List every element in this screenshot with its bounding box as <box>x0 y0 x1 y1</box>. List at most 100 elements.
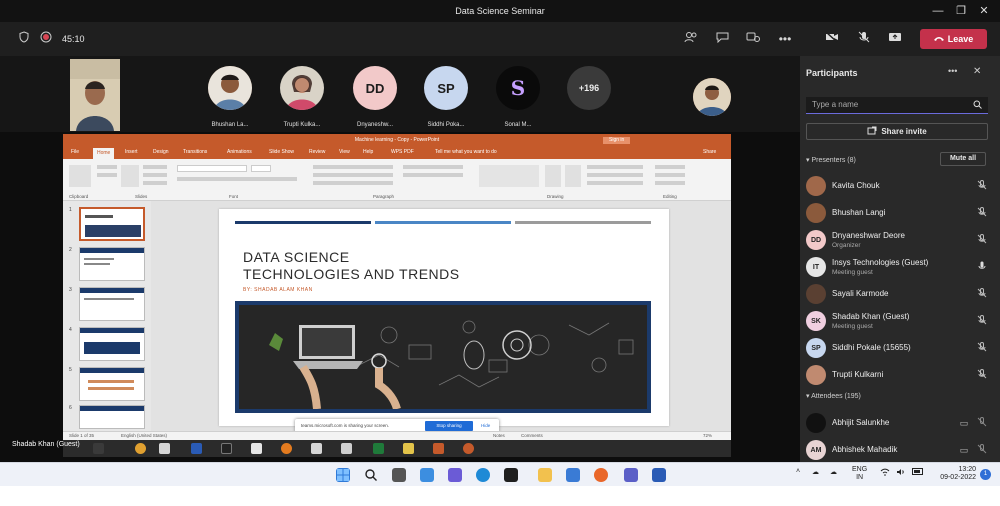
shape-outline-row[interactable] <box>587 173 643 177</box>
select-row[interactable] <box>655 181 685 185</box>
participant-tile[interactable]: Trupti Kulka... <box>277 66 327 128</box>
ribbon-control[interactable] <box>97 173 117 177</box>
slide-thumbnail[interactable] <box>79 247 145 281</box>
arrange-button[interactable] <box>545 165 561 187</box>
folder-icon[interactable] <box>403 443 414 454</box>
ppt-tab-help[interactable]: Help <box>363 149 373 155</box>
participant-tile[interactable]: Bhushan La... <box>205 66 255 128</box>
volume-icon[interactable] <box>896 468 906 478</box>
participant-row[interactable]: Kavita Chouk <box>806 174 991 198</box>
comments-button[interactable]: Comments <box>521 433 543 438</box>
panel-close-icon[interactable]: ✕ <box>973 66 981 77</box>
file-explorer-icon[interactable] <box>538 468 552 482</box>
participant-row[interactable]: Trupti Kulkarni <box>806 363 991 387</box>
ribbon-control[interactable] <box>143 181 167 185</box>
firefox-icon[interactable] <box>281 443 292 454</box>
more-options-icon[interactable]: ••• <box>777 31 793 47</box>
participant-row[interactable]: IT Insys Technologies (Guest) Meeting gues… <box>806 255 991 279</box>
quick-styles-button[interactable] <box>565 165 581 187</box>
terminal-icon[interactable] <box>221 443 232 454</box>
onedrive-icon[interactable]: ☁ <box>830 468 837 476</box>
paragraph-row[interactable] <box>313 165 393 169</box>
powerpoint-icon[interactable] <box>433 443 444 454</box>
new-slide-button[interactable] <box>121 165 139 187</box>
participant-tile[interactable]: DD Dnyaneshw... <box>350 66 400 128</box>
ppt-tab-animations[interactable]: Animations <box>227 149 252 155</box>
replace-row[interactable] <box>655 173 685 177</box>
participant-row[interactable]: Bhushan Langi <box>806 201 991 225</box>
participant-tile[interactable]: S Sonal M... <box>493 66 543 128</box>
word-icon[interactable] <box>191 443 202 454</box>
ribbon-control[interactable] <box>143 173 167 177</box>
font-name-box[interactable] <box>177 165 247 172</box>
excel-icon[interactable] <box>373 443 384 454</box>
shape-effects-row[interactable] <box>587 181 643 185</box>
app-icon[interactable] <box>341 443 352 454</box>
current-slide[interactable]: DATA SCIENCE TECHNOLOGIES AND TRENDS BY:… <box>219 209 669 426</box>
battery-icon[interactable] <box>912 468 924 477</box>
participant-tile[interactable]: SP Siddhi Poka... <box>421 66 471 128</box>
ppt-tab-view[interactable]: View <box>339 149 350 155</box>
ribbon-control[interactable] <box>143 165 167 169</box>
font-size-box[interactable] <box>251 165 271 172</box>
shapes-gallery[interactable] <box>479 165 539 187</box>
ppt-tab-design[interactable]: Design <box>153 149 169 155</box>
chat-icon[interactable] <box>714 31 730 47</box>
pinned-video[interactable] <box>693 78 731 116</box>
app-icon[interactable] <box>463 443 474 454</box>
cloud-icon[interactable]: ☁ <box>812 468 819 476</box>
ppt-tab-slideshow[interactable]: Slide Show <box>269 149 294 155</box>
overflow-participants[interactable]: +196 <box>564 66 614 110</box>
teams-icon[interactable] <box>624 468 638 482</box>
ribbon-control[interactable] <box>97 165 117 169</box>
ppt-share-button[interactable]: Share <box>703 149 716 155</box>
language-status[interactable]: English (United States) <box>121 433 167 438</box>
leave-button[interactable]: Leave <box>920 29 987 49</box>
app-icon[interactable] <box>311 443 322 454</box>
presenters-section-header[interactable]: ▾ Presenters (8) <box>806 156 856 164</box>
minimize-icon[interactable]: — <box>930 3 946 19</box>
slide-thumbnail[interactable] <box>79 287 145 321</box>
notification-badge[interactable]: 1 <box>980 469 991 480</box>
paste-button[interactable] <box>69 165 91 187</box>
ppt-tab-insert[interactable]: Insert <box>125 149 138 155</box>
slide-thumbnail[interactable] <box>79 367 145 401</box>
local-video[interactable] <box>70 59 120 131</box>
chat-icon[interactable] <box>448 468 462 482</box>
participant-row[interactable]: DD Dnyaneshwar Deore Organizer <box>806 228 991 252</box>
restore-icon[interactable]: ❐ <box>953 3 969 19</box>
share-invite-button[interactable]: Share invite <box>806 123 988 140</box>
ppt-tab-file[interactable]: File <box>71 149 79 155</box>
participant-row[interactable]: SP Siddhi Pokale (15655) <box>806 336 991 360</box>
ppt-tab-transitions[interactable]: Transitions <box>183 149 207 155</box>
hide-button[interactable]: Hide <box>481 423 490 428</box>
panel-more-icon[interactable]: ••• <box>948 66 957 76</box>
stop-sharing-button[interactable]: Stop sharing <box>425 421 473 431</box>
ppt-tab-wpspdf[interactable]: WPS PDF <box>391 149 414 155</box>
attendee-row[interactable]: Abhijit Salunkhe ▭ <box>806 411 991 435</box>
participant-row[interactable]: SK Shadab Khan (Guest) Meeting guest <box>806 309 991 333</box>
slide-thumbnail[interactable] <box>79 327 145 361</box>
shape-fill-row[interactable] <box>587 165 643 169</box>
text-direction-row[interactable] <box>403 165 463 169</box>
paragraph-row[interactable] <box>313 181 393 185</box>
camera-off-icon[interactable] <box>824 31 840 47</box>
notes-button[interactable]: Notes <box>493 433 505 438</box>
input-language[interactable]: ENG IN <box>852 466 867 482</box>
people-icon[interactable] <box>683 31 699 47</box>
mic-off-icon[interactable] <box>856 31 872 47</box>
start-icon[interactable] <box>336 468 350 482</box>
close-window-icon[interactable]: ✕ <box>976 3 992 19</box>
participant-search-input[interactable]: Type a name <box>806 97 988 114</box>
app-icon[interactable] <box>251 443 262 454</box>
attendees-section-header[interactable]: ▾ Attendees (195) <box>806 392 861 400</box>
participant-row[interactable]: Sayali Karmode <box>806 282 991 306</box>
align-text-row[interactable] <box>403 173 463 177</box>
edge-icon[interactable] <box>476 468 490 482</box>
chrome-icon[interactable] <box>135 443 146 454</box>
wifi-icon[interactable] <box>880 468 890 478</box>
font-format-row[interactable] <box>177 177 297 181</box>
ppt-tab-home[interactable]: Home <box>93 148 115 159</box>
clock[interactable]: 13:20 09-02-2022 <box>932 466 976 482</box>
chevron-up-icon[interactable]: ˄ <box>796 468 800 475</box>
